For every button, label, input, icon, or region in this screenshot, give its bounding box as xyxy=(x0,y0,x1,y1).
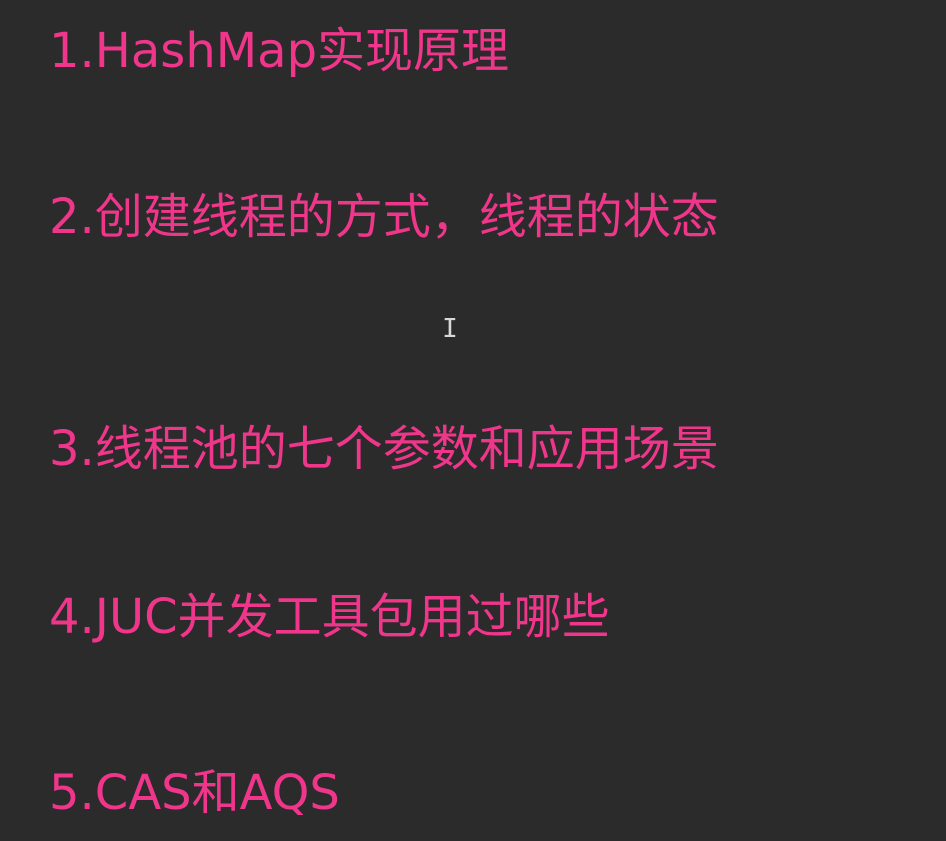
text-cursor-icon: I xyxy=(442,314,458,344)
slide-canvas: 1.HashMap实现原理 2.创建线程的方式，线程的状态 3.线程池的七个参数… xyxy=(0,0,946,841)
topic-item-5: 5.CAS和AQS xyxy=(49,765,340,821)
topic-item-2: 2.创建线程的方式，线程的状态 xyxy=(49,189,719,245)
topic-item-4: 4.JUC并发工具包用过哪些 xyxy=(49,589,610,645)
topic-item-1: 1.HashMap实现原理 xyxy=(49,23,510,79)
topic-item-3: 3.线程池的七个参数和应用场景 xyxy=(49,421,719,477)
